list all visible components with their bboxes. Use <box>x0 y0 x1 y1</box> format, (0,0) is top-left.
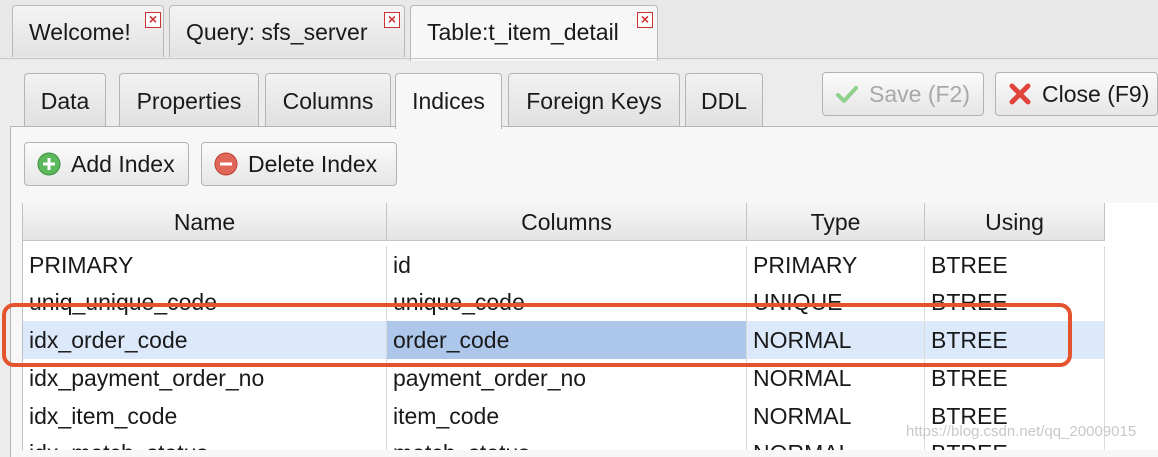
tab-label: Columns <box>282 88 374 114</box>
tab-foreign-keys[interactable]: Foreign Keys <box>508 73 680 127</box>
cell-columns[interactable]: unique_code <box>387 283 747 321</box>
cell-type[interactable]: UNIQUE <box>747 283 925 321</box>
column-header-columns[interactable]: Columns <box>387 203 747 241</box>
doc-tab-label: Query: sfs_server <box>186 19 368 45</box>
cell-columns[interactable]: item_code <box>387 397 747 435</box>
table-row[interactable]: idx_payment_order_no payment_order_no NO… <box>23 359 1105 397</box>
cell-type[interactable]: NORMAL <box>747 359 925 397</box>
close-button[interactable]: Close (F9) <box>995 72 1158 116</box>
cell-using[interactable]: BTREE <box>925 246 1105 284</box>
save-label: Save (F2) <box>869 81 970 107</box>
indices-table: Name Columns Type Using PRIMARY id PRIMA… <box>22 203 1158 450</box>
save-button[interactable]: Save (F2) <box>822 72 984 116</box>
cell-columns[interactable]: id <box>387 246 747 284</box>
cell-type[interactable]: NORMAL <box>747 397 925 435</box>
doc-tab-label: Table:t_item_detail <box>427 19 619 45</box>
close-label: Close (F9) <box>1042 81 1150 107</box>
divider <box>0 58 1158 59</box>
cell-using[interactable]: BTREE <box>925 283 1105 321</box>
cell-name[interactable]: idx_item_code <box>23 397 387 435</box>
add-index-label: Add Index <box>71 151 175 177</box>
cell-name[interactable]: uniq_unique_code <box>23 283 387 321</box>
table-row[interactable]: uniq_unique_code unique_code UNIQUE BTRE… <box>23 283 1105 321</box>
delete-index-label: Delete Index <box>248 151 378 177</box>
close-icon[interactable]: × <box>145 12 161 28</box>
cell-columns[interactable]: payment_order_no <box>387 359 747 397</box>
cell-type[interactable]: NORMAL <box>747 434 925 450</box>
tab-indices[interactable]: Indices <box>395 73 502 129</box>
cell-columns[interactable]: match_status <box>387 434 747 450</box>
doc-tab-label: Welcome! <box>29 19 131 45</box>
doc-tab-table[interactable]: Table:t_item_detail × <box>410 5 658 61</box>
tab-properties[interactable]: Properties <box>119 73 259 127</box>
tab-columns[interactable]: Columns <box>265 73 391 127</box>
watermark: https://blog.csdn.net/qq_20009015 <box>906 423 1137 440</box>
add-index-button[interactable]: Add Index <box>24 142 189 186</box>
tab-ddl[interactable]: DDL <box>685 73 763 127</box>
close-icon[interactable]: × <box>637 12 653 28</box>
cell-name[interactable]: PRIMARY <box>23 246 387 284</box>
tab-label: Properties <box>136 88 242 114</box>
cell-name[interactable]: idx_order_code <box>23 321 387 359</box>
tab-label: Data <box>40 88 90 114</box>
column-header-using[interactable]: Using <box>925 203 1105 241</box>
cell-using[interactable]: BTREE <box>925 321 1105 359</box>
checkmark-icon <box>836 86 858 103</box>
delete-index-button[interactable]: Delete Index <box>201 142 397 186</box>
x-icon <box>1009 83 1031 105</box>
doc-tab-query[interactable]: Query: sfs_server × <box>169 5 405 57</box>
table-row-selected[interactable]: idx_order_code order_code NORMAL BTREE <box>23 321 1105 359</box>
minus-circle-icon <box>214 152 238 176</box>
tab-data[interactable]: Data <box>24 73 106 127</box>
cell-columns[interactable]: order_code <box>387 321 747 359</box>
tab-label: Indices <box>412 88 485 114</box>
tab-label: DDL <box>700 88 747 114</box>
cell-type[interactable]: NORMAL <box>747 321 925 359</box>
cell-type[interactable]: PRIMARY <box>747 246 925 284</box>
plus-circle-icon <box>37 152 61 176</box>
document-tab-bar: Welcome! × Query: sfs_server × Table:t_i… <box>0 0 1158 61</box>
table-row[interactable]: PRIMARY id PRIMARY BTREE <box>23 246 1105 284</box>
close-icon[interactable]: × <box>384 12 400 28</box>
cell-name[interactable]: idx_match_status <box>23 434 387 450</box>
column-header-name[interactable]: Name <box>23 203 387 241</box>
doc-tab-welcome[interactable]: Welcome! × <box>12 5 164 57</box>
column-header-type[interactable]: Type <box>747 203 925 241</box>
cell-using[interactable]: BTREE <box>925 359 1105 397</box>
tab-label: Foreign Keys <box>526 88 662 114</box>
cell-name[interactable]: idx_payment_order_no <box>23 359 387 397</box>
